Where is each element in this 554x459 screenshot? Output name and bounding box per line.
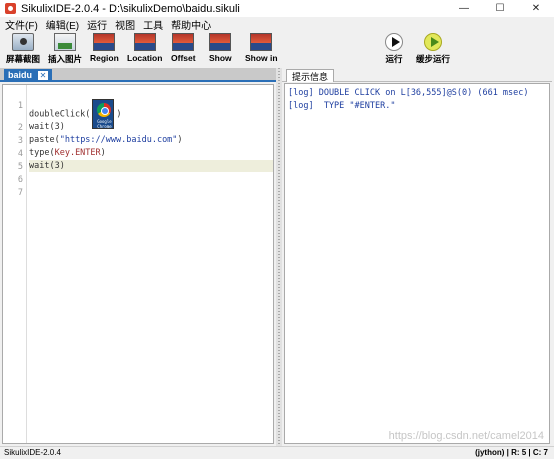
region-icon xyxy=(93,33,116,51)
line-number: 7 xyxy=(17,188,23,198)
slow-play-icon xyxy=(424,33,442,51)
line-number: 4 xyxy=(17,149,23,159)
editor-tab-strip: baidu ✕ xyxy=(0,68,276,82)
run-slow-button[interactable]: 缓步运行 xyxy=(416,33,450,65)
window-title: SikulixIDE-2.0.4 - D:\sikulixDemo\baidu.… xyxy=(21,2,240,15)
code-paste: paste( xyxy=(29,135,60,145)
camera-icon xyxy=(12,33,34,51)
code-paren: ) xyxy=(177,135,183,145)
code-line-3[interactable]: paste("https://www.baidu.com") xyxy=(29,134,183,146)
code-editor[interactable]: 1 2 3 4 5 6 7 doubleClick( Google Chrome)… xyxy=(2,84,274,444)
region-label: Region xyxy=(90,53,119,63)
code-wait: wait(3) xyxy=(29,122,65,132)
line-number: 3 xyxy=(17,136,23,146)
offset-icon xyxy=(172,33,195,51)
run-slow-label: 缓步运行 xyxy=(416,54,451,64)
current-line-highlight xyxy=(29,160,273,172)
title-bar: SikulixIDE-2.0.4 - D:\sikulixDemo\baidu.… xyxy=(0,0,554,17)
status-bar: SikulixIDE-2.0.4 (jython) | R: 5 | C: 7 xyxy=(0,446,554,459)
code-type: type( xyxy=(29,148,55,158)
menu-edit[interactable]: 编辑(E) xyxy=(46,17,79,32)
editor-panel: baidu ✕ 1 2 3 4 5 6 7 doubleClick( Google… xyxy=(0,68,276,446)
line-number: 2 xyxy=(17,123,23,133)
insert-image-icon xyxy=(54,33,76,51)
message-panel: 提示信息 [log] DOUBLE CLICK on L[36,555]@S(0… xyxy=(282,68,552,446)
code-doubleclick: doubleClick( xyxy=(29,109,91,120)
chrome-screenshot-thumbnail[interactable]: Google Chrome xyxy=(92,99,115,129)
menu-run[interactable]: 运行 xyxy=(87,17,107,32)
code-line-2[interactable]: wait(3) xyxy=(29,121,65,133)
line-number-gutter: 1 2 3 4 5 6 7 xyxy=(3,85,27,443)
menu-bar: 文件(F) 编辑(E) 运行 视图 工具 帮助中心 xyxy=(0,17,554,32)
location-label: Location xyxy=(127,53,163,63)
play-icon xyxy=(385,33,403,51)
run-button[interactable]: 运行 xyxy=(385,33,403,65)
console-line: [log] DOUBLE CLICK on L[36,555]@S(0) (66… xyxy=(288,88,529,98)
code-paren: ) xyxy=(100,148,106,158)
show-in-icon xyxy=(250,33,273,51)
minimize-button[interactable]: — xyxy=(446,0,482,17)
menu-view[interactable]: 视图 xyxy=(115,17,135,32)
offset-label: Offset xyxy=(171,53,196,63)
message-tab-strip: 提示信息 xyxy=(282,68,552,82)
toolbar: 屏幕截图 插入图片 Region Location Offset Show Sh… xyxy=(0,31,554,65)
show-button[interactable]: Show xyxy=(209,33,232,65)
splitter-grip xyxy=(278,68,280,446)
capture-label: 屏幕截图 xyxy=(6,54,41,64)
location-button[interactable]: Location xyxy=(127,33,162,65)
console-line: [log] TYPE "#ENTER." xyxy=(288,101,396,111)
region-button[interactable]: Region xyxy=(90,33,119,65)
code-wait: wait(3) xyxy=(29,161,65,171)
window-controls: — ☐ ✕ xyxy=(446,0,554,17)
tab-baidu[interactable]: baidu ✕ xyxy=(4,69,52,81)
tab-label: baidu xyxy=(8,70,32,80)
code-key-enter: Key.ENTER xyxy=(54,148,101,158)
run-label: 运行 xyxy=(385,54,403,64)
line-number: 5 xyxy=(17,162,23,172)
close-window-button[interactable]: ✕ xyxy=(518,0,554,17)
code-area[interactable]: doubleClick( Google Chrome) wait(3) paste… xyxy=(29,85,273,443)
code-line-1[interactable]: doubleClick( Google Chrome) xyxy=(29,99,122,129)
tab-messages[interactable]: 提示信息 xyxy=(286,69,335,82)
show-icon xyxy=(209,33,232,51)
menu-file[interactable]: 文件(F) xyxy=(5,17,38,32)
show-in-button[interactable]: Show in xyxy=(245,33,278,65)
code-paren: ) xyxy=(116,109,122,120)
capture-button[interactable]: 屏幕截图 xyxy=(6,33,40,65)
insert-image-button[interactable]: 插入图片 xyxy=(48,33,82,65)
offset-button[interactable]: Offset xyxy=(171,33,196,65)
message-console[interactable]: [log] DOUBLE CLICK on L[36,555]@S(0) (66… xyxy=(284,83,550,444)
status-app-version: SikulixIDE-2.0.4 xyxy=(4,448,61,457)
insert-image-label: 插入图片 xyxy=(48,54,83,64)
show-in-label: Show in xyxy=(245,53,278,63)
show-label: Show xyxy=(209,53,232,63)
thumbnail-caption: Google Chrome xyxy=(97,119,112,129)
watermark: https://blog.csdn.net/camel2014 xyxy=(388,430,544,442)
code-line-4[interactable]: type(Key.ENTER) xyxy=(29,147,106,159)
sikulix-app-icon xyxy=(5,3,16,14)
maximize-button[interactable]: ☐ xyxy=(482,0,518,17)
location-icon xyxy=(133,33,156,51)
line-number: 6 xyxy=(17,175,23,185)
menu-help[interactable]: 帮助中心 xyxy=(171,17,211,32)
line-number: 1 xyxy=(17,101,23,111)
menu-tools[interactable]: 工具 xyxy=(143,17,163,32)
close-icon[interactable]: ✕ xyxy=(38,70,48,80)
code-line-5[interactable]: wait(3) xyxy=(29,160,65,172)
code-url-string: "https://www.baidu.com" xyxy=(59,135,178,145)
status-cursor-position: (jython) | R: 5 | C: 7 xyxy=(475,448,548,457)
